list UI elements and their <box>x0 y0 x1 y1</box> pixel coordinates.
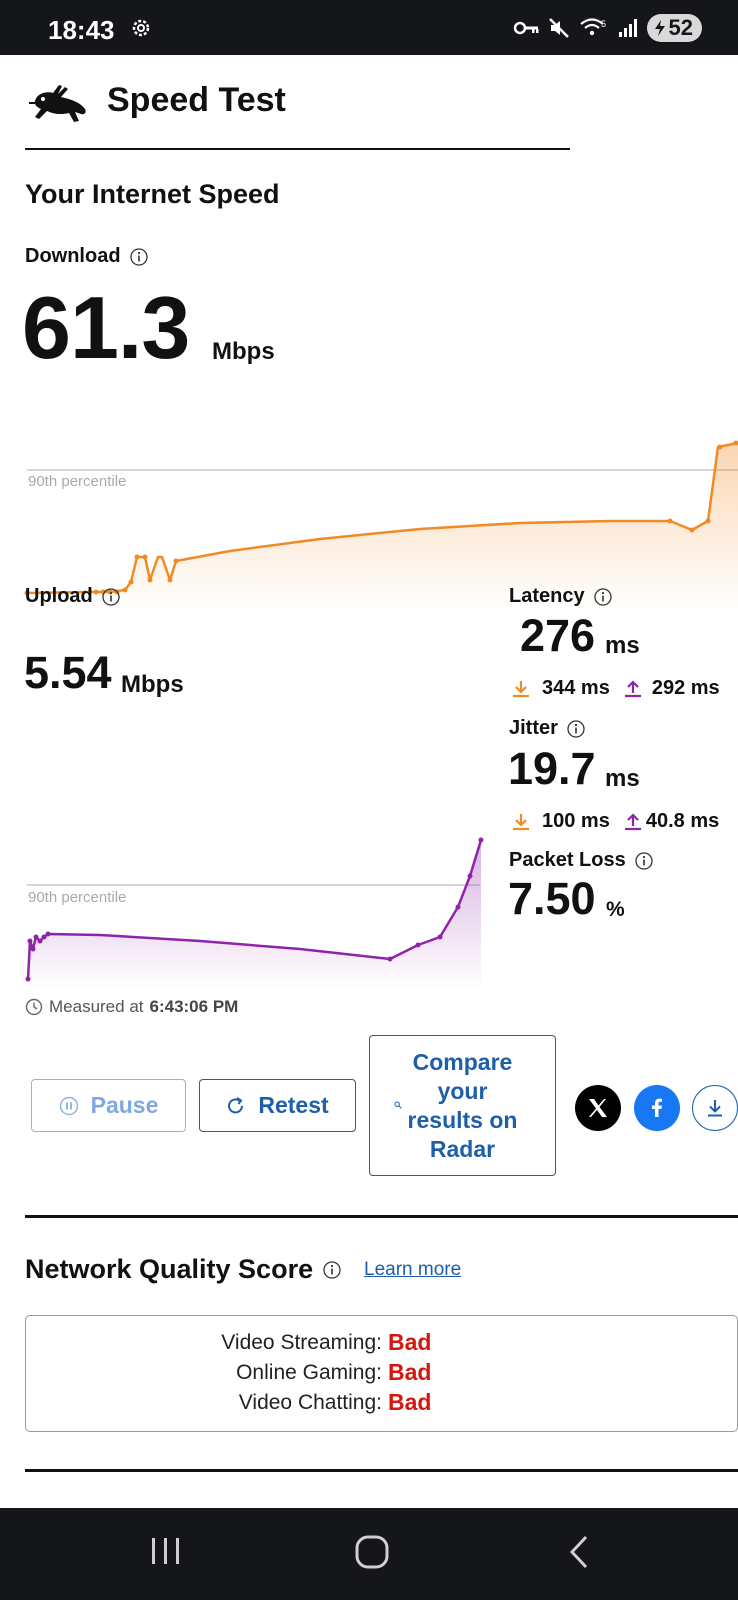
measured-prefix: Measured at <box>49 997 144 1016</box>
measured-time: 6:43:06 PM <box>149 997 239 1016</box>
vpn-key-icon <box>513 21 539 35</box>
info-icon[interactable] <box>635 851 653 870</box>
network-quality-title-text: Network Quality Score <box>25 1254 314 1284</box>
retest-button[interactable]: Retest <box>199 1079 356 1132</box>
app-title: Speed Test <box>107 81 286 119</box>
jitter-label-text: Jitter <box>509 717 558 739</box>
download-label-text: Download <box>25 245 121 267</box>
quality-value: Bad <box>388 1359 432 1385</box>
network-quality-title: Network Quality Score <box>25 1254 341 1285</box>
info-icon[interactable] <box>129 247 148 266</box>
download-arrow-icon <box>513 680 529 697</box>
measured-at: Measured at 6:43:06 PM <box>25 997 238 1017</box>
latency-value: 276 <box>520 610 596 661</box>
quality-row: Video Streaming: Bad <box>26 1329 738 1359</box>
packet-loss-label: Packet Loss <box>509 849 653 872</box>
app-header: Speed Test <box>25 75 570 150</box>
quality-label: Online Gaming: <box>236 1361 382 1384</box>
upload-arrow-icon <box>624 812 641 830</box>
search-icon <box>394 1101 402 1109</box>
pause-icon <box>59 1096 78 1115</box>
quality-label: Video Streaming: <box>221 1331 382 1354</box>
download-percentile-label: 90th percentile <box>28 473 126 490</box>
status-time: 18:43 <box>48 15 115 45</box>
quality-value: Bad <box>388 1329 432 1355</box>
latency-download: 344 ms <box>542 677 610 699</box>
upload-label: Upload <box>25 585 120 608</box>
quality-row: Online Gaming: Bad <box>26 1359 738 1389</box>
upload-unit: Mbps <box>121 671 184 698</box>
packet-loss-unit: % <box>606 898 625 921</box>
speed-test-page: Speed Test Your Internet Speed Download … <box>0 55 738 1508</box>
upload-arrow-icon <box>624 679 641 697</box>
download-icon <box>708 1100 722 1117</box>
upload-percentile-label: 90th percentile <box>28 889 126 906</box>
compare-radar-button[interactable]: Compare your results on Radar <box>369 1035 556 1176</box>
divider <box>25 1215 738 1218</box>
quality-row: Video Chatting: Bad <box>26 1389 738 1419</box>
divider <box>25 1469 738 1472</box>
status-bar: 18:43 5 52 <box>0 0 738 55</box>
share-x-button[interactable] <box>575 1085 621 1131</box>
jitter-download: 100 ms <box>542 810 610 832</box>
network-quality-box: Video Streaming: Bad Online Gaming: Bad … <box>25 1315 738 1432</box>
quality-label: Video Chatting: <box>238 1391 382 1414</box>
wifi-icon: 5 <box>579 18 606 36</box>
latency-unit: ms <box>605 632 640 659</box>
svg-text:5: 5 <box>601 19 606 29</box>
quality-value: Bad <box>388 1389 432 1415</box>
jitter-value: 19.7 <box>508 743 596 794</box>
download-results-button[interactable] <box>692 1085 738 1131</box>
info-icon[interactable] <box>593 587 612 606</box>
download-value: 61.3 <box>22 278 190 377</box>
info-icon[interactable] <box>102 587 120 606</box>
latency-label-text: Latency <box>509 585 585 607</box>
battery-icon: 52 <box>646 14 702 42</box>
latency-upload: 292 ms <box>651 677 720 699</box>
share-facebook-button[interactable] <box>634 1085 680 1131</box>
download-arrow-icon <box>513 813 529 830</box>
pause-label: Pause <box>90 1092 159 1118</box>
refresh-icon <box>228 1096 244 1113</box>
mute-icon <box>548 18 569 38</box>
upload-label-text: Upload <box>25 585 93 607</box>
jitter-details: 100 ms 40.8 ms <box>512 810 719 833</box>
packet-loss-value: 7.50 <box>508 873 596 924</box>
packet-loss-label-text: Packet Loss <box>509 849 626 871</box>
info-icon[interactable] <box>567 719 585 738</box>
jitter-unit: ms <box>605 765 640 792</box>
download-unit: Mbps <box>212 338 275 365</box>
x-icon <box>589 1099 607 1117</box>
navigation-bar <box>0 1508 738 1600</box>
jitter-upload: 40.8 ms <box>645 810 720 832</box>
learn-more-link[interactable]: Learn more <box>364 1259 461 1281</box>
signal-icon <box>618 19 637 37</box>
recent-apps-icon[interactable] <box>150 1534 182 1570</box>
upload-value: 5.54 <box>24 647 112 698</box>
section-title: Your Internet Speed <box>25 179 280 209</box>
battery-level: 52 <box>668 15 693 40</box>
rabbit-icon <box>29 85 86 122</box>
latency-details: 344 ms 292 ms <box>512 677 720 700</box>
back-icon[interactable] <box>566 1534 592 1570</box>
home-icon[interactable] <box>354 1534 390 1570</box>
jitter-label: Jitter <box>509 717 585 740</box>
retest-label: Retest <box>258 1092 329 1118</box>
compare-label: Compare your results on Radar <box>407 1048 518 1162</box>
clock-icon <box>25 998 43 1016</box>
settings-icon <box>132 19 150 37</box>
upload-chart: 90th percentile <box>25 837 484 990</box>
facebook-icon <box>652 1098 662 1117</box>
latency-label: Latency <box>509 585 612 608</box>
info-icon[interactable] <box>323 1260 341 1279</box>
pause-button[interactable]: Pause <box>31 1079 186 1132</box>
download-label: Download <box>25 245 148 268</box>
